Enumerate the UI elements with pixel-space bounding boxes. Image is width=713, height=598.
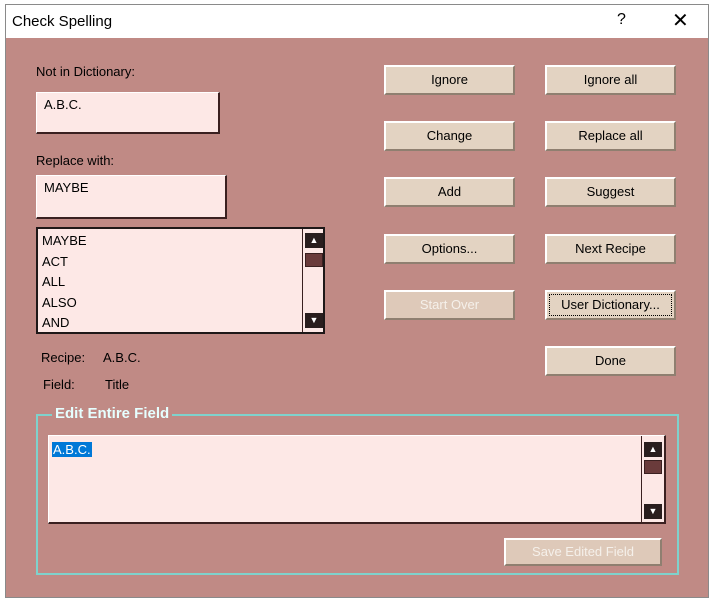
add-button[interactable]: Add <box>384 177 515 207</box>
selected-text: A.B.C. <box>52 442 92 457</box>
list-item[interactable]: ALL <box>42 274 65 289</box>
suggestions-scrollbar[interactable]: ▲ ▼ <box>302 229 323 332</box>
list-item[interactable]: ACT <box>42 254 68 269</box>
replace-with-field[interactable]: MAYBE <box>36 175 227 219</box>
dialog-title: Check Spelling <box>12 13 113 30</box>
scroll-thumb[interactable] <box>644 460 662 474</box>
list-item[interactable]: ALSO <box>42 295 77 310</box>
list-item[interactable]: MAYBE <box>42 233 87 248</box>
not-in-dictionary-label: Not in Dictionary: <box>36 64 135 79</box>
scroll-up-icon[interactable]: ▲ <box>305 233 323 248</box>
options-button[interactable]: Options... <box>384 234 515 264</box>
scroll-thumb[interactable] <box>305 253 323 267</box>
ignore-all-button[interactable]: Ignore all <box>545 65 676 95</box>
close-icon[interactable]: ✕ <box>672 8 689 33</box>
scroll-down-icon[interactable]: ▼ <box>644 504 662 519</box>
next-recipe-button[interactable]: Next Recipe <box>545 234 676 264</box>
suggest-button[interactable]: Suggest <box>545 177 676 207</box>
replace-all-button[interactable]: Replace all <box>545 121 676 151</box>
change-button[interactable]: Change <box>384 121 515 151</box>
suggestions-list[interactable]: MAYBE ACT ALL ALSO AND ▲ ▼ <box>36 227 325 334</box>
start-over-button[interactable]: Start Over <box>384 290 515 320</box>
scroll-up-icon[interactable]: ▲ <box>644 442 662 457</box>
done-button[interactable]: Done <box>545 346 676 376</box>
scroll-down-icon[interactable]: ▼ <box>305 313 323 328</box>
user-dictionary-button[interactable]: User Dictionary... <box>545 290 676 320</box>
edit-entire-field-textarea[interactable]: A.B.C. ▲ ▼ <box>48 435 666 524</box>
edit-entire-field-title: Edit Entire Field <box>52 405 173 422</box>
not-in-dictionary-field[interactable]: A.B.C. <box>36 92 220 134</box>
edit-scrollbar[interactable]: ▲ ▼ <box>641 436 663 522</box>
recipe-label: Recipe: <box>41 350 86 365</box>
replace-with-label: Replace with: <box>36 153 115 168</box>
help-button[interactable]: ? <box>617 11 626 29</box>
recipe-value: A.B.C. <box>103 350 141 365</box>
field-value: Title <box>105 377 130 392</box>
list-item[interactable]: AND <box>42 315 69 330</box>
field-label: Field: <box>43 377 75 392</box>
ignore-button[interactable]: Ignore <box>384 65 515 95</box>
check-spelling-dialog: Check Spelling ? ✕ Not in Dictionary: A.… <box>5 4 709 598</box>
title-bar: Check Spelling ? ✕ <box>6 5 708 38</box>
save-edited-field-button[interactable]: Save Edited Field <box>504 538 662 566</box>
